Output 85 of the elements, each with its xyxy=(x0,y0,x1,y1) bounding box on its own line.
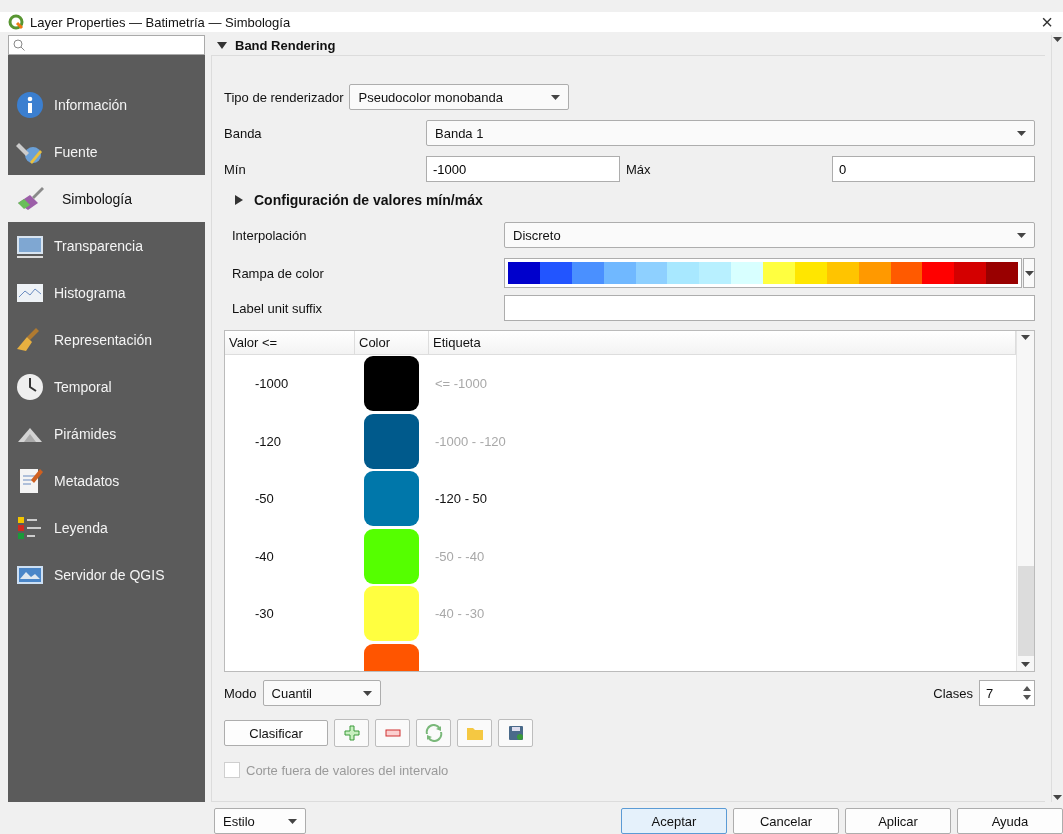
caret-icon xyxy=(1017,130,1026,136)
field-label: Interpolación xyxy=(232,227,308,243)
style-dropdown[interactable]: Estilo xyxy=(214,808,306,834)
ramp-menu-button[interactable] xyxy=(1023,258,1035,288)
field-label: Rampa de color xyxy=(232,265,325,281)
sidebar-item[interactable]: Transparencia xyxy=(8,222,205,269)
search-field[interactable] xyxy=(8,35,205,55)
field-label: Banda xyxy=(224,125,263,141)
mode-dropdown[interactable]: Cuantil xyxy=(262,680,381,706)
minus-icon xyxy=(384,729,401,737)
color-swatch[interactable] xyxy=(364,356,419,412)
table-cell-text: -30 xyxy=(254,606,275,622)
caret-icon xyxy=(288,818,297,824)
remove-button[interactable] xyxy=(375,719,410,747)
column-header[interactable]: Color xyxy=(355,331,429,354)
sidebar-item[interactable]: Leyenda xyxy=(8,504,205,551)
sidebar-item[interactable]: Información xyxy=(8,81,205,128)
color-swatch[interactable] xyxy=(364,586,419,642)
max-field[interactable]: 0 xyxy=(832,156,1035,182)
page-scrollbar[interactable] xyxy=(1051,35,1063,802)
caret-icon xyxy=(1053,795,1062,800)
column-header[interactable]: Valor <= xyxy=(225,331,355,354)
expand-icon[interactable] xyxy=(234,195,244,205)
reverse-button[interactable] xyxy=(416,719,451,747)
close-button[interactable]: × xyxy=(1039,12,1055,32)
field-label: Máx xyxy=(626,161,652,177)
field-label: Clases xyxy=(933,685,973,701)
paintbrush-icon xyxy=(16,184,44,213)
field-label: Modo xyxy=(224,685,257,701)
caret-icon xyxy=(1024,270,1034,276)
renderer-dropdown[interactable]: Pseudocolor monobanda xyxy=(349,84,570,110)
dialog-button[interactable]: Aplicar xyxy=(845,808,951,834)
section-title: Band Rendering xyxy=(235,37,336,53)
field-label: Mín xyxy=(224,161,247,177)
dialog-button[interactable]: Ayuda xyxy=(957,808,1063,834)
color-swatch[interactable] xyxy=(364,528,419,584)
caret-icon xyxy=(551,94,561,100)
table-cell-text: -40 xyxy=(254,548,275,564)
sidebar-item[interactable]: Fuente xyxy=(8,128,205,175)
table-cell-text: -50 xyxy=(254,491,275,507)
table-cell-text: -1000 xyxy=(254,376,290,392)
dialog-button[interactable]: Cancelar xyxy=(733,808,839,834)
caret-icon xyxy=(362,690,372,696)
clock-icon xyxy=(16,372,44,401)
sidebar-item[interactable]: Pirámides xyxy=(8,410,205,457)
interpolation-dropdown[interactable]: Discreto xyxy=(504,222,1035,248)
color-swatch[interactable] xyxy=(364,471,419,527)
caret-icon xyxy=(1021,662,1030,667)
classify-button[interactable]: Clasificar xyxy=(224,720,328,746)
table-cell[interactable]: -120 - 50 xyxy=(435,491,488,507)
caret-icon xyxy=(1021,335,1030,340)
color-swatch[interactable] xyxy=(364,413,419,469)
classes-spinbox[interactable]: 7 xyxy=(979,680,1035,706)
folder-icon xyxy=(465,725,484,741)
caret-icon xyxy=(1017,232,1026,238)
checkbox-label: Corte fuera de valores del intervalo xyxy=(246,762,449,778)
unit-suffix-field[interactable] xyxy=(504,295,1035,321)
field-label: Label unit suffix xyxy=(232,300,324,316)
caret-icon xyxy=(1053,37,1062,42)
sidebar-item[interactable]: Metadatos xyxy=(8,457,205,504)
scrollbar[interactable] xyxy=(1016,331,1034,671)
add-button[interactable] xyxy=(334,719,369,747)
plus-icon xyxy=(343,725,360,741)
sidebar-item[interactable]: Simbología xyxy=(8,175,205,222)
color-ramp[interactable] xyxy=(504,258,1022,288)
swap-arrows-icon xyxy=(424,724,443,742)
save-button[interactable] xyxy=(498,719,533,747)
load-button[interactable] xyxy=(457,719,492,747)
collapse-icon[interactable] xyxy=(217,40,227,50)
sidebar-item[interactable]: Servidor de QGIS xyxy=(8,551,205,598)
sidebar-item[interactable]: Histograma xyxy=(8,269,205,316)
sidebar-item[interactable]: Representación xyxy=(8,316,205,363)
scrollbar-thumb[interactable] xyxy=(1017,566,1034,656)
info-icon xyxy=(16,90,44,119)
table-cell-text: -120 xyxy=(254,433,283,449)
band-dropdown[interactable]: Banda 1 xyxy=(426,120,1035,146)
app-logo-icon xyxy=(8,14,24,30)
save-icon xyxy=(507,725,524,741)
min-field[interactable]: -1000 xyxy=(426,156,620,182)
dialog-button[interactable]: Aceptar xyxy=(621,808,727,834)
sidebar-item[interactable]: Temporal xyxy=(8,363,205,410)
section-title: Configuración de valores mín/máx xyxy=(254,192,483,208)
search-icon xyxy=(13,39,25,51)
window-title: Layer Properties — Batimetría — Simbología xyxy=(30,14,292,30)
field-label: Tipo de renderizador xyxy=(224,89,344,105)
